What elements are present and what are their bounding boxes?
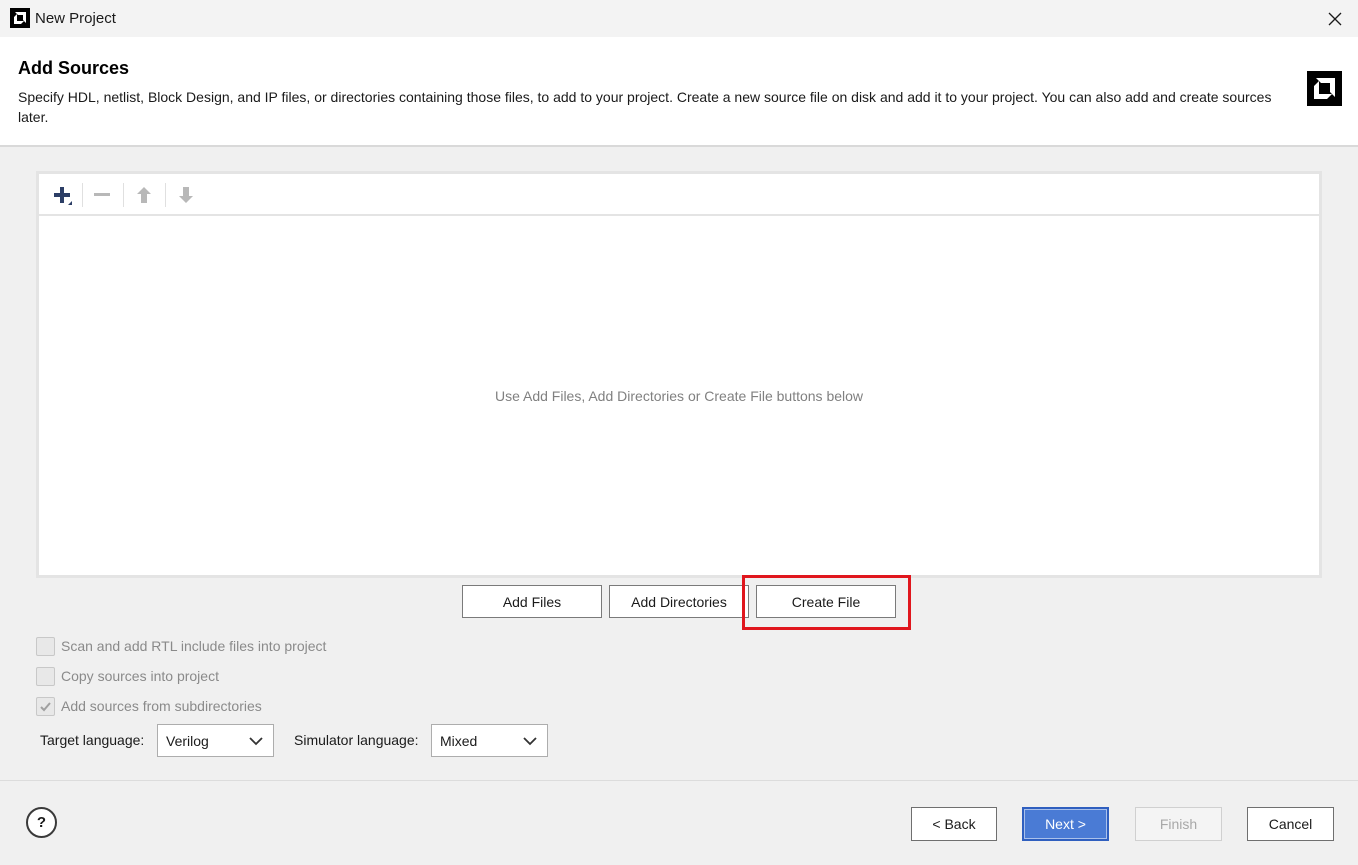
target-language-value: Verilog: [166, 732, 209, 749]
create-file-label: Create File: [791, 593, 861, 610]
cancel-label: Cancel: [1268, 816, 1313, 832]
empty-hint: Use Add Files, Add Directories or Create…: [494, 388, 864, 404]
add-directories-label: Add Directories: [631, 593, 727, 610]
window-title: New Project: [35, 10, 116, 27]
toolbar-separator: [165, 183, 166, 207]
help-icon: ?: [36, 814, 47, 831]
page-header: Add Sources Specify HDL, netlist, Block …: [0, 37, 1358, 147]
page-title: Add Sources: [18, 58, 130, 78]
checkmark-icon: [40, 701, 51, 711]
checkbox[interactable]: [36, 696, 55, 716]
add-subdirectories-checkbox[interactable]: Add sources from subdirectories: [36, 695, 262, 717]
back-label: < Back: [932, 816, 976, 832]
page-description: Specify HDL, netlist, Block Design, and …: [18, 89, 1272, 125]
cancel-button[interactable]: Cancel: [1247, 807, 1334, 841]
checkbox[interactable]: [36, 636, 55, 656]
add-files-button[interactable]: Add Files: [462, 585, 602, 618]
checkbox-label: Add sources from subdirectories: [61, 698, 262, 714]
close-icon: [1328, 12, 1342, 25]
help-button[interactable]: ?: [26, 807, 57, 838]
scan-rtl-checkbox[interactable]: Scan and add RTL include files into proj…: [36, 635, 326, 657]
add-directories-button[interactable]: Add Directories: [609, 585, 749, 618]
remove-icon: [94, 193, 110, 196]
sources-toolbar: [39, 174, 1319, 216]
chevron-down-icon: [523, 737, 537, 746]
finish-label: Finish: [1159, 816, 1198, 832]
content-area: Use Add Files, Add Directories or Create…: [0, 149, 1358, 780]
title-bar: New Project: [0, 0, 1358, 37]
move-up-icon: [137, 187, 151, 203]
simulator-language-label: Simulator language:: [294, 732, 419, 748]
toolbar-separator: [82, 183, 83, 207]
toolbar-separator: [123, 183, 124, 207]
sources-panel: Use Add Files, Add Directories or Create…: [36, 171, 1322, 578]
target-language-select[interactable]: Verilog: [157, 724, 274, 757]
create-file-button[interactable]: Create File: [756, 585, 896, 618]
checkbox-label: Scan and add RTL include files into proj…: [61, 638, 327, 654]
simulator-language-select[interactable]: Mixed: [431, 724, 548, 757]
move-down-icon: [179, 187, 193, 203]
add-icon: [54, 187, 72, 205]
remove-source-button[interactable]: [87, 181, 117, 209]
sources-list[interactable]: Use Add Files, Add Directories or Create…: [39, 216, 1319, 575]
checkbox-label: Copy sources into project: [61, 668, 219, 684]
close-button[interactable]: [1312, 0, 1358, 37]
simulator-language-value: Mixed: [440, 732, 478, 749]
amd-app-icon: [10, 8, 30, 28]
add-files-label: Add Files: [502, 593, 562, 610]
finish-button[interactable]: Finish: [1135, 807, 1222, 841]
back-button[interactable]: < Back: [911, 807, 997, 841]
amd-logo-icon: [1307, 71, 1342, 106]
wizard-footer: ? < Back Next > Finish Cancel: [0, 780, 1358, 865]
move-down-button[interactable]: [171, 181, 201, 209]
next-label: Next >: [1045, 816, 1086, 832]
add-source-button[interactable]: [47, 181, 77, 209]
next-button[interactable]: Next >: [1022, 807, 1109, 841]
chevron-down-icon: [249, 737, 263, 746]
copy-sources-checkbox[interactable]: Copy sources into project: [36, 665, 219, 687]
move-up-button[interactable]: [129, 181, 159, 209]
target-language-label: Target language:: [40, 732, 145, 748]
checkbox[interactable]: [36, 666, 55, 686]
